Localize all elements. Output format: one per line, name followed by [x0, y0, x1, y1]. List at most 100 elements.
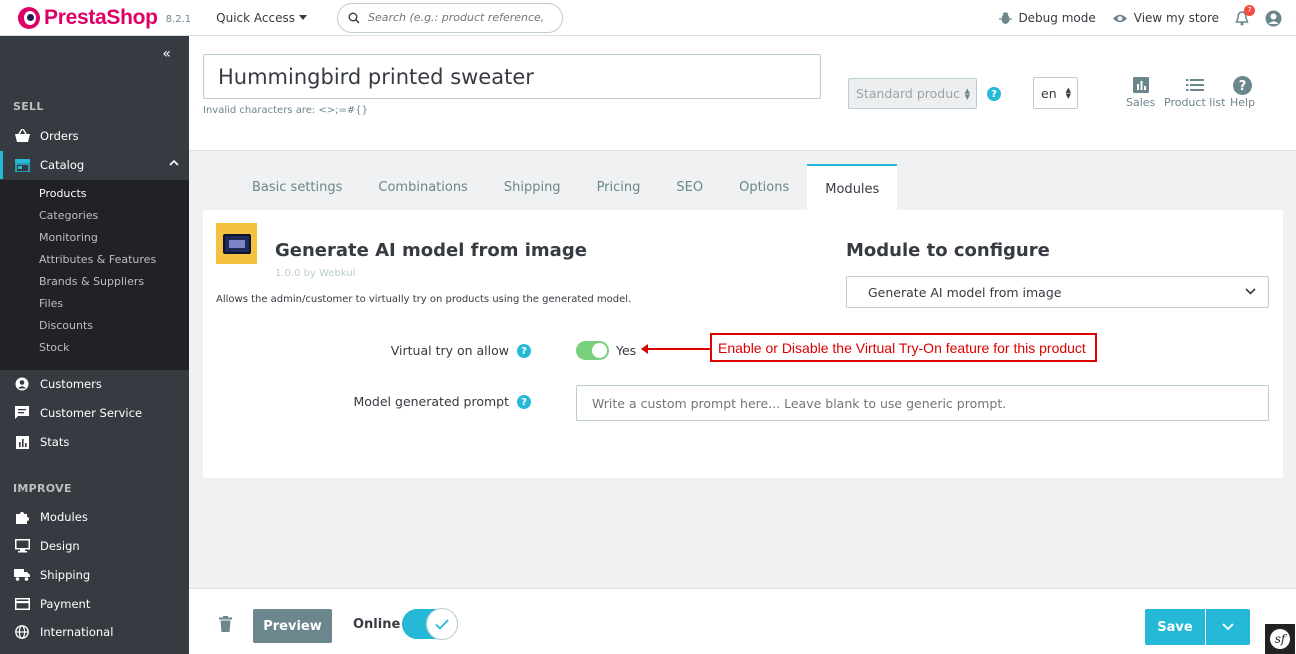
- truck-icon: [14, 567, 30, 583]
- puffin-logo-icon: [18, 6, 40, 29]
- module-configure-select[interactable]: Generate AI model from image: [846, 276, 1269, 308]
- search-input[interactable]: [367, 11, 548, 24]
- module-title: Generate AI model from image: [275, 240, 587, 261]
- sidebar-item-design[interactable]: Design: [0, 532, 189, 560]
- sidebar-item-shipping[interactable]: Shipping: [0, 561, 189, 589]
- search-icon: [348, 12, 360, 24]
- symfony-debug-toolbar[interactable]: sf: [1265, 624, 1295, 654]
- preview-button[interactable]: Preview: [253, 609, 332, 643]
- notifications-button[interactable]: 7: [1235, 4, 1255, 26]
- submenu-item-discounts[interactable]: Discounts: [39, 319, 93, 332]
- submenu-item-files[interactable]: Files: [39, 297, 63, 310]
- svg-text:?: ?: [1239, 79, 1247, 94]
- product-list-label: Product list: [1164, 96, 1226, 109]
- module-configure-value: Generate AI model from image: [868, 284, 1062, 300]
- chat-icon: [14, 405, 30, 421]
- improve-section-title: IMPROVE: [13, 482, 72, 495]
- sidebar-item-label: Catalog: [40, 158, 85, 172]
- view-store-link[interactable]: View my store: [1112, 11, 1219, 25]
- eye-icon: [1112, 14, 1127, 22]
- sales-button[interactable]: Sales: [1126, 74, 1155, 109]
- online-toggle[interactable]: [402, 608, 458, 640]
- prestashop-logo[interactable]: PrestaShop 8.2.1: [18, 6, 191, 30]
- product-type-value: Standard produc: [856, 86, 961, 101]
- help-label: Help: [1230, 96, 1256, 109]
- symfony-icon: sf: [1270, 629, 1290, 649]
- prompt-input[interactable]: [576, 385, 1269, 421]
- submenu-item-brands[interactable]: Brands & Suppliers: [39, 275, 144, 288]
- annotation-arrow: [641, 344, 711, 354]
- trash-icon[interactable]: [219, 616, 232, 636]
- tryon-help-icon[interactable]: ?: [517, 344, 531, 358]
- user-circle-icon: [1265, 10, 1282, 26]
- puzzle-icon: [14, 509, 30, 525]
- product-list-button[interactable]: Product list: [1164, 74, 1225, 109]
- submenu-item-attributes[interactable]: Attributes & Features: [39, 253, 156, 266]
- sidebar-item-orders[interactable]: Orders: [0, 122, 189, 150]
- sidebar-item-modules[interactable]: Modules: [0, 503, 189, 531]
- module-description: Allows the admin/customer to virtually t…: [216, 294, 632, 305]
- quick-access-dropdown[interactable]: Quick Access: [216, 11, 307, 25]
- product-type-select[interactable]: Standard produc ▲ ▼: [848, 78, 977, 109]
- invalid-characters-hint: Invalid characters are: <>;=#{}: [203, 105, 369, 116]
- module-panel: Generate AI model from image 1.0.0 by We…: [203, 210, 1283, 478]
- tab-options[interactable]: Options: [721, 164, 807, 210]
- quick-access-label: Quick Access: [216, 10, 295, 25]
- bar-chart-icon: [1132, 74, 1149, 96]
- chevron-down-icon: [1245, 288, 1256, 295]
- prompt-help-icon[interactable]: ?: [517, 395, 531, 409]
- sell-section-title: SELL: [13, 100, 44, 113]
- save-dropdown-button[interactable]: [1206, 609, 1250, 645]
- search-box[interactable]: [336, 2, 563, 33]
- sidebar-item-catalog[interactable]: Catalog: [0, 151, 189, 179]
- sidebar-item-label: Shipping: [40, 568, 91, 582]
- chevron-down-icon: [298, 15, 307, 20]
- tab-pricing[interactable]: Pricing: [579, 164, 659, 210]
- sidebar-item-stats[interactable]: Stats: [0, 428, 189, 456]
- desktop-icon: [14, 538, 30, 554]
- module-configure-title: Module to configure: [846, 240, 1050, 261]
- tab-combinations[interactable]: Combinations: [360, 164, 485, 210]
- tryon-toggle[interactable]: [576, 341, 609, 360]
- submenu-item-categories[interactable]: Categories: [39, 209, 98, 222]
- select-arrows-icon: ▲ ▼: [1065, 86, 1071, 100]
- globe-icon: [14, 624, 30, 640]
- help-button[interactable]: ? Help: [1230, 74, 1255, 109]
- product-name-input[interactable]: [203, 54, 821, 99]
- tab-shipping[interactable]: Shipping: [486, 164, 579, 210]
- product-tabs: Basic settings Combinations Shipping Pri…: [234, 164, 898, 210]
- tryon-toggle-value: Yes: [616, 343, 637, 358]
- product-type-help-icon[interactable]: ?: [987, 87, 1001, 101]
- account-icon: [14, 376, 30, 392]
- sidebar-item-label: Payment: [40, 597, 91, 611]
- submenu-item-products[interactable]: Products: [39, 187, 87, 200]
- sidebar-item-payment[interactable]: Payment: [0, 590, 189, 618]
- account-button[interactable]: [1265, 10, 1282, 27]
- sidebar-item-international[interactable]: International: [0, 618, 189, 646]
- notification-count-badge: 7: [1244, 4, 1255, 16]
- product-footer: Preview Online Save sf: [189, 588, 1296, 654]
- annotation-callout: Enable or Disable the Virtual Try-On fea…: [710, 333, 1097, 362]
- submenu-item-monitoring[interactable]: Monitoring: [39, 231, 98, 244]
- sidebar-item-customer-service[interactable]: Customer Service: [0, 399, 189, 427]
- sidebar-item-customers[interactable]: Customers: [0, 370, 189, 398]
- tab-basic-settings[interactable]: Basic settings: [234, 164, 360, 210]
- brand-name: PrestaShop: [44, 5, 158, 29]
- sidebar-item-label: Customer Service: [40, 406, 143, 420]
- product-header: Invalid characters are: <>;=#{} Standard…: [189, 36, 1296, 151]
- chevron-up-icon: [169, 159, 179, 166]
- save-button[interactable]: Save: [1145, 609, 1205, 645]
- tryon-label: Virtual try on allow: [390, 343, 509, 358]
- language-select[interactable]: en ▲ ▼: [1033, 77, 1078, 109]
- collapse-sidebar-icon[interactable]: «: [162, 46, 171, 62]
- check-icon: [426, 608, 458, 640]
- tab-modules[interactable]: Modules: [807, 164, 898, 210]
- submenu-item-stock[interactable]: Stock: [39, 341, 69, 354]
- prompt-label: Model generated prompt: [353, 394, 510, 409]
- store-icon: [14, 157, 30, 173]
- tab-seo[interactable]: SEO: [658, 164, 721, 210]
- version-label: 8.2.1: [165, 14, 192, 25]
- debug-mode-link[interactable]: Debug mode: [999, 11, 1096, 25]
- sidebar-item-label: Customers: [40, 377, 102, 391]
- module-version: 1.0.0 by Webkul: [275, 268, 356, 279]
